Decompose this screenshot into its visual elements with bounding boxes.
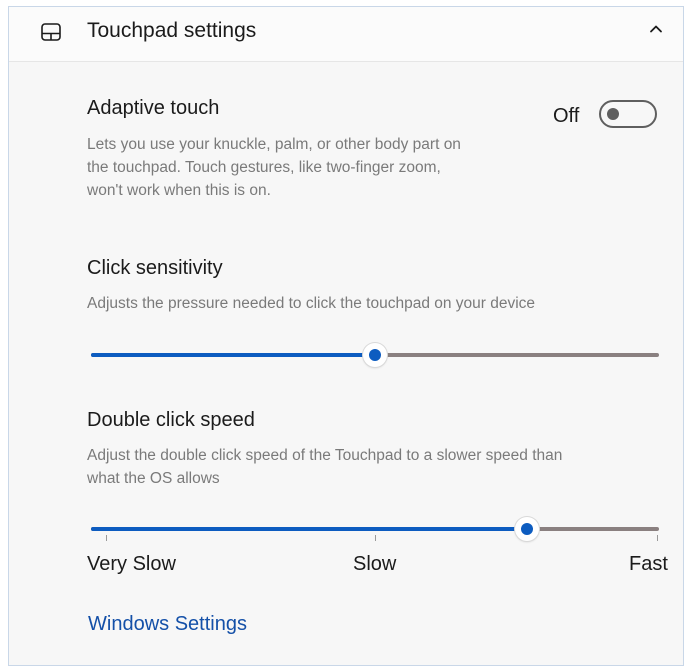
toggle-knob — [607, 108, 619, 120]
click-sensitivity-slider[interactable] — [91, 343, 659, 367]
adaptive-touch-description-line: the touchpad. Touch gestures, like two-f… — [87, 159, 441, 176]
slider-tick-slow — [375, 535, 376, 541]
tick-label-slow: Slow — [353, 553, 397, 575]
click-sensitivity-description: Adjusts the pressure needed to click the… — [87, 295, 536, 312]
adaptive-touch-description: Lets you use your knuckle, palm, or othe… — [87, 133, 547, 202]
click-sensitivity-title: Click sensitivity — [87, 257, 223, 279]
slider-fill — [91, 527, 527, 531]
adaptive-touch-toggle[interactable] — [599, 100, 657, 128]
slider-thumb[interactable] — [363, 343, 387, 367]
double-click-speed-description: Adjust the double click speed of the Tou… — [87, 444, 667, 490]
windows-settings-link[interactable]: Windows Settings — [88, 612, 247, 636]
double-click-speed-description-line: Adjust the double click speed of the Tou… — [87, 447, 563, 464]
touchpad-settings-content: Adaptive touch Lets you use your knuckle… — [9, 62, 683, 665]
tick-label-fast: Fast — [629, 553, 668, 575]
chevron-up-icon[interactable] — [647, 20, 665, 38]
adaptive-touch-state-label: Off — [553, 105, 580, 127]
touchpad-settings-header[interactable]: Touchpad settings — [9, 7, 683, 62]
slider-fill — [91, 353, 375, 357]
adaptive-touch-title: Adaptive touch — [87, 97, 220, 119]
slider-tick-very-slow — [106, 535, 107, 541]
tick-label-very-slow: Very Slow — [87, 553, 176, 575]
slider-tick-fast — [657, 535, 658, 541]
double-click-speed-description-line: what the OS allows — [87, 470, 220, 487]
section-title: Touchpad settings — [87, 19, 257, 42]
adaptive-touch-description-line: won't work when this is on. — [87, 182, 271, 199]
slider-thumb[interactable] — [514, 517, 539, 541]
double-click-speed-title: Double click speed — [87, 409, 255, 431]
touchpad-settings-panel: Touchpad settings Adaptive touch Lets yo… — [8, 6, 684, 666]
adaptive-touch-description-line: Lets you use your knuckle, palm, or othe… — [87, 136, 461, 153]
touchpad-icon — [41, 23, 61, 41]
